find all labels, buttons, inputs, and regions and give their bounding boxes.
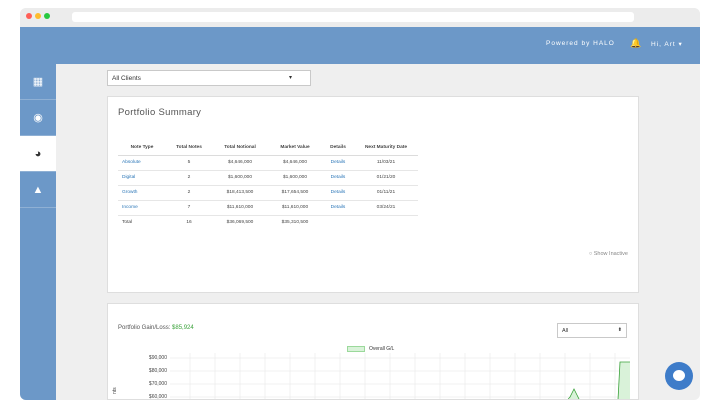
column-header: Market Value [268, 141, 322, 156]
gain-loss-label: Portfolio Gain/Loss: [118, 325, 171, 331]
sidebar-item-calendar[interactable]: ▦ [20, 64, 56, 100]
table-row: Income 7 $11,610,000 $11,610,000 Details… [118, 200, 418, 216]
chevron-down-icon: ▾ [288, 75, 292, 81]
details-link[interactable]: Details [322, 170, 354, 186]
user-menu[interactable]: Hi, Art ▾ [651, 40, 683, 48]
close-window-button[interactable] [26, 13, 32, 19]
portfolio-summary-title: Portfolio Summary [118, 107, 202, 118]
sidebar: ▦ ◉ ◕ ▲ [20, 64, 56, 400]
column-header: Total Notional [212, 141, 268, 156]
total-notes-cell: 16 [186, 220, 192, 226]
details-link[interactable]: Details [322, 185, 354, 201]
minimize-window-button[interactable] [35, 13, 41, 19]
gain-loss-chart [170, 353, 630, 399]
sidebar-item-portfolio[interactable]: ◕ [20, 136, 56, 172]
select-arrows-icon: ⬍ [617, 327, 622, 333]
radio-icon: ○ [588, 251, 593, 257]
address-bar[interactable] [72, 12, 634, 22]
maturity-date-cell: 01/21/20 [354, 170, 418, 186]
maturity-date-cell: 03/24/21 [354, 200, 418, 216]
portfolio-summary-card: Portfolio Summary Note Type Total Notes … [107, 96, 639, 293]
graduation-cap-icon: ▲ [32, 183, 44, 196]
eye-icon: ◉ [33, 112, 43, 124]
maturity-date-cell: 11/03/21 [354, 155, 418, 171]
details-link[interactable]: Details [322, 155, 354, 171]
market-value-cell: $17,654,500 [268, 185, 322, 201]
y-tick-label: $70,000 [148, 381, 167, 387]
legend-swatch[interactable] [347, 346, 365, 352]
sidebar-item-watchlist[interactable]: ◉ [20, 100, 56, 136]
total-notes-cell: 5 [166, 155, 212, 171]
chat-bubble-icon [673, 370, 685, 381]
powered-by-label: Powered by HALO [546, 40, 615, 47]
bell-icon[interactable]: 🔔 [630, 38, 641, 49]
note-type-link[interactable]: Income [118, 200, 166, 216]
table-total-row: Total 16 $36,069,500 $35,310,500 [118, 215, 418, 230]
sidebar-item-education[interactable]: ▲ [20, 172, 56, 208]
greeting-label: Hi, Art [651, 41, 676, 48]
maximize-window-button[interactable] [44, 13, 50, 19]
calendar-icon: ▦ [32, 76, 44, 88]
total-notional-cell: $36,069,500 [226, 220, 254, 226]
column-header: Total Notes [166, 141, 212, 156]
market-value-cell: $4,646,000 [268, 155, 322, 171]
total-label: Total [122, 220, 133, 226]
chat-button[interactable] [665, 362, 693, 390]
gain-loss-summary: Portfolio Gain/Loss: $85,924 [118, 325, 194, 331]
column-header: Next Maturity Date [354, 141, 418, 156]
column-header: Note Type [118, 141, 166, 156]
show-inactive-toggle[interactable]: ○ Show Inactive [589, 251, 628, 257]
browser-chrome [20, 8, 700, 27]
details-link[interactable]: Details [322, 200, 354, 216]
browser-window: Powered by HALO 🔔 Hi, Art ▾ ▦ ◉ ◕ ▲ All … [20, 8, 700, 400]
overall-gl-area [570, 362, 630, 399]
empty-cell [354, 215, 418, 230]
portfolio-summary-table: Note Type Total Notes Total Notional Mar… [118, 141, 418, 230]
y-axis-label: nts [112, 387, 118, 394]
column-header: Details [322, 141, 354, 156]
y-tick-label: $90,000 [148, 355, 167, 361]
pie-chart-icon: ◕ [34, 147, 42, 160]
market-value-cell: $11,610,000 [268, 200, 322, 216]
total-notes-cell: 7 [166, 200, 212, 216]
gain-loss-value: $85,924 [172, 325, 194, 331]
note-type-link[interactable]: Digital [118, 170, 166, 186]
note-type-link[interactable]: Absolute [118, 155, 166, 171]
table-header-row: Note Type Total Notes Total Notional Mar… [118, 141, 418, 156]
client-select-value: All Clients [112, 75, 141, 82]
table-row: Growth 2 $18,413,500 $17,654,500 Details… [118, 185, 418, 201]
market-value-cell: $1,600,000 [268, 170, 322, 186]
gain-loss-filter-select[interactable]: All ⬍ [557, 323, 627, 338]
chevron-down-icon: ▾ [678, 41, 683, 48]
total-notional-cell: $11,610,000 [212, 200, 268, 216]
y-tick-label: $80,000 [148, 368, 167, 374]
top-navigation-bar: Powered by HALO 🔔 Hi, Art ▾ [20, 27, 700, 64]
table-row: Digital 2 $1,600,000 $1,600,000 Details … [118, 170, 418, 186]
market-value-cell: $35,310,500 [281, 220, 309, 226]
empty-cell [322, 215, 354, 230]
note-type-link[interactable]: Growth [118, 185, 166, 201]
total-notional-cell: $18,413,500 [212, 185, 268, 201]
gain-loss-filter-value: All [562, 328, 569, 334]
client-select[interactable]: All Clients ▾ [107, 70, 311, 86]
table-row: Absolute 5 $4,646,000 $4,646,000 Details… [118, 155, 418, 171]
total-notes-cell: 2 [166, 170, 212, 186]
legend-label[interactable]: Overall G/L [369, 346, 394, 352]
show-inactive-label: Show Inactive [593, 251, 628, 257]
total-notional-cell: $1,600,000 [212, 170, 268, 186]
maturity-date-cell: 01/11/21 [354, 185, 418, 201]
total-notes-cell: 2 [166, 185, 212, 201]
gain-loss-card: Portfolio Gain/Loss: $85,924 All ⬍ Overa… [107, 303, 639, 400]
chart-gridlines [170, 353, 630, 399]
total-notional-cell: $4,646,000 [212, 155, 268, 171]
y-tick-label: $60,000 [148, 394, 167, 400]
